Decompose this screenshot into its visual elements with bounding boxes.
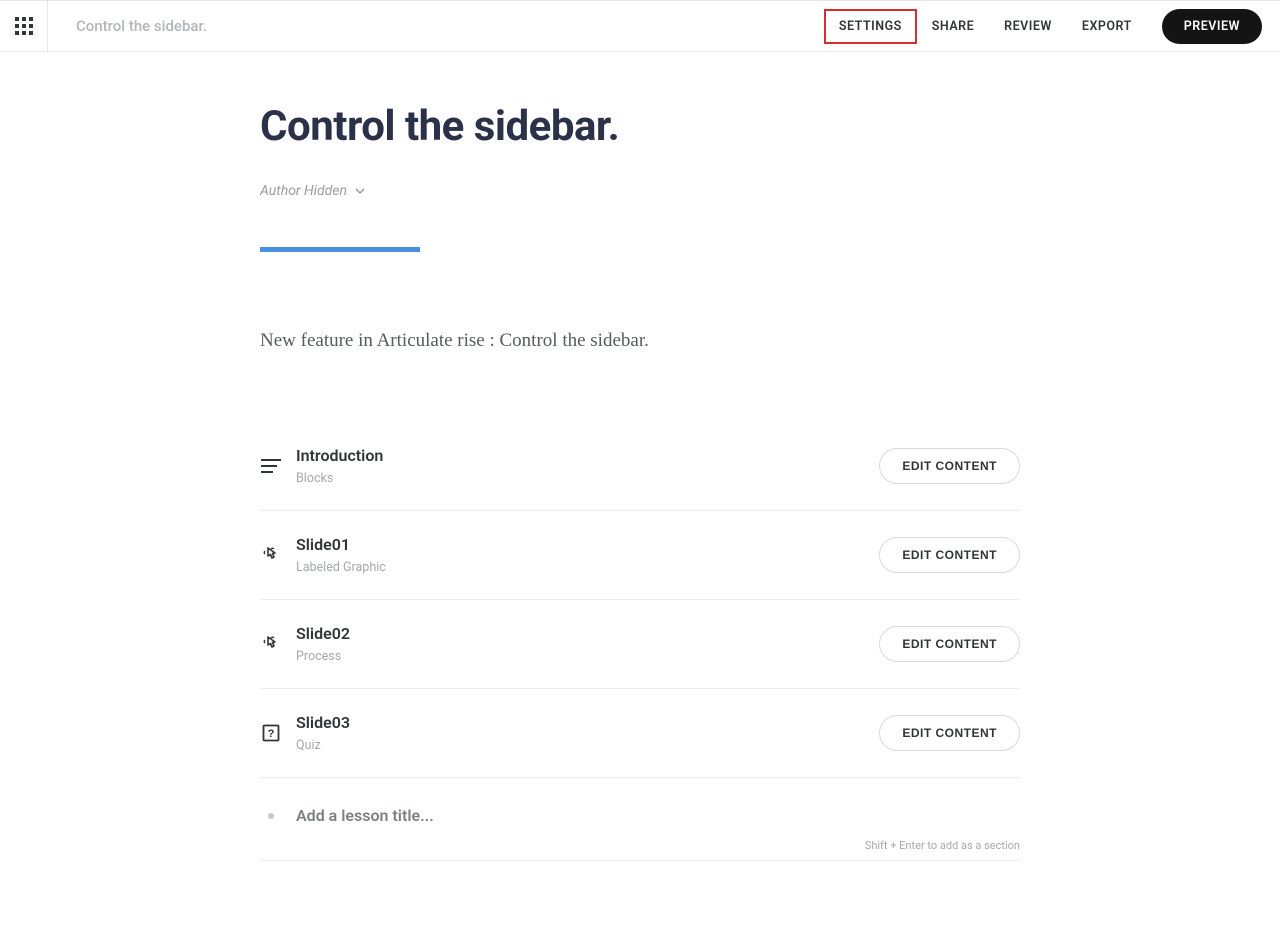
top-nav: SETTINGS SHARE REVIEW EXPORT PREVIEW [824,9,1262,44]
lesson-row[interactable]: ? Slide03 QuizEDIT CONTENT [260,689,1020,778]
lesson-text: Slide01 Labeled Graphic [296,535,879,575]
nav-share[interactable]: SHARE [917,9,989,44]
lesson-text: Slide03 Quiz [296,713,879,753]
preview-button[interactable]: PREVIEW [1162,9,1262,44]
interactive-icon [260,544,282,566]
course-name-label: Control the sidebar. [76,17,207,35]
lines-icon [260,455,282,477]
author-label: Author Hidden [260,183,347,199]
lesson-title[interactable]: Slide01 [296,535,879,554]
lesson-text: Introduction Blocks [296,446,879,486]
nav-export[interactable]: EXPORT [1067,9,1147,44]
lesson-type: Labeled Graphic [296,560,879,575]
lesson-title[interactable]: Slide03 [296,713,879,732]
author-row[interactable]: Author Hidden [260,183,1020,199]
edit-content-button[interactable]: EDIT CONTENT [879,537,1020,573]
add-divider [260,860,1020,861]
top-bar: Control the sidebar. SETTINGS SHARE REVI… [0,0,1280,52]
course-title[interactable]: Control the sidebar. [260,102,1020,151]
main-content: Control the sidebar. Author Hidden New f… [260,52,1020,861]
add-lesson-placeholder: Add a lesson title... [296,806,434,825]
edit-content-button[interactable]: EDIT CONTENT [879,715,1020,751]
lesson-title[interactable]: Slide02 [296,624,879,643]
add-lesson-row[interactable]: Add a lesson title... [260,778,1020,835]
lessons-list: IntroductionBlocksEDIT CONTENTSlide01Lab… [260,422,1020,778]
lesson-row[interactable]: Slide02 ProcessEDIT CONTENT [260,600,1020,689]
edit-content-button[interactable]: EDIT CONTENT [879,448,1020,484]
bullet-icon [268,813,274,819]
quiz-icon: ? [260,722,282,744]
interactive-icon [260,633,282,655]
edit-content-button[interactable]: EDIT CONTENT [879,626,1020,662]
lesson-type: Quiz [296,738,879,753]
lesson-row[interactable]: Slide01 Labeled GraphicEDIT CONTENT [260,511,1020,600]
lesson-type: Process [296,649,879,664]
nav-review[interactable]: REVIEW [989,9,1067,44]
add-lesson-hint: Shift + Enter to add as a section [260,835,1020,860]
lesson-row[interactable]: Introduction BlocksEDIT CONTENT [260,422,1020,511]
lesson-title[interactable]: Introduction [296,446,879,465]
lesson-text: Slide02 Process [296,624,879,664]
course-description[interactable]: New feature in Articulate rise : Control… [260,330,1020,352]
apps-grid-icon[interactable] [0,0,48,52]
lesson-type: Blocks [296,471,879,486]
svg-text:?: ? [268,728,275,740]
chevron-down-icon [355,188,365,194]
accent-divider [260,247,420,252]
nav-settings[interactable]: SETTINGS [824,9,917,44]
